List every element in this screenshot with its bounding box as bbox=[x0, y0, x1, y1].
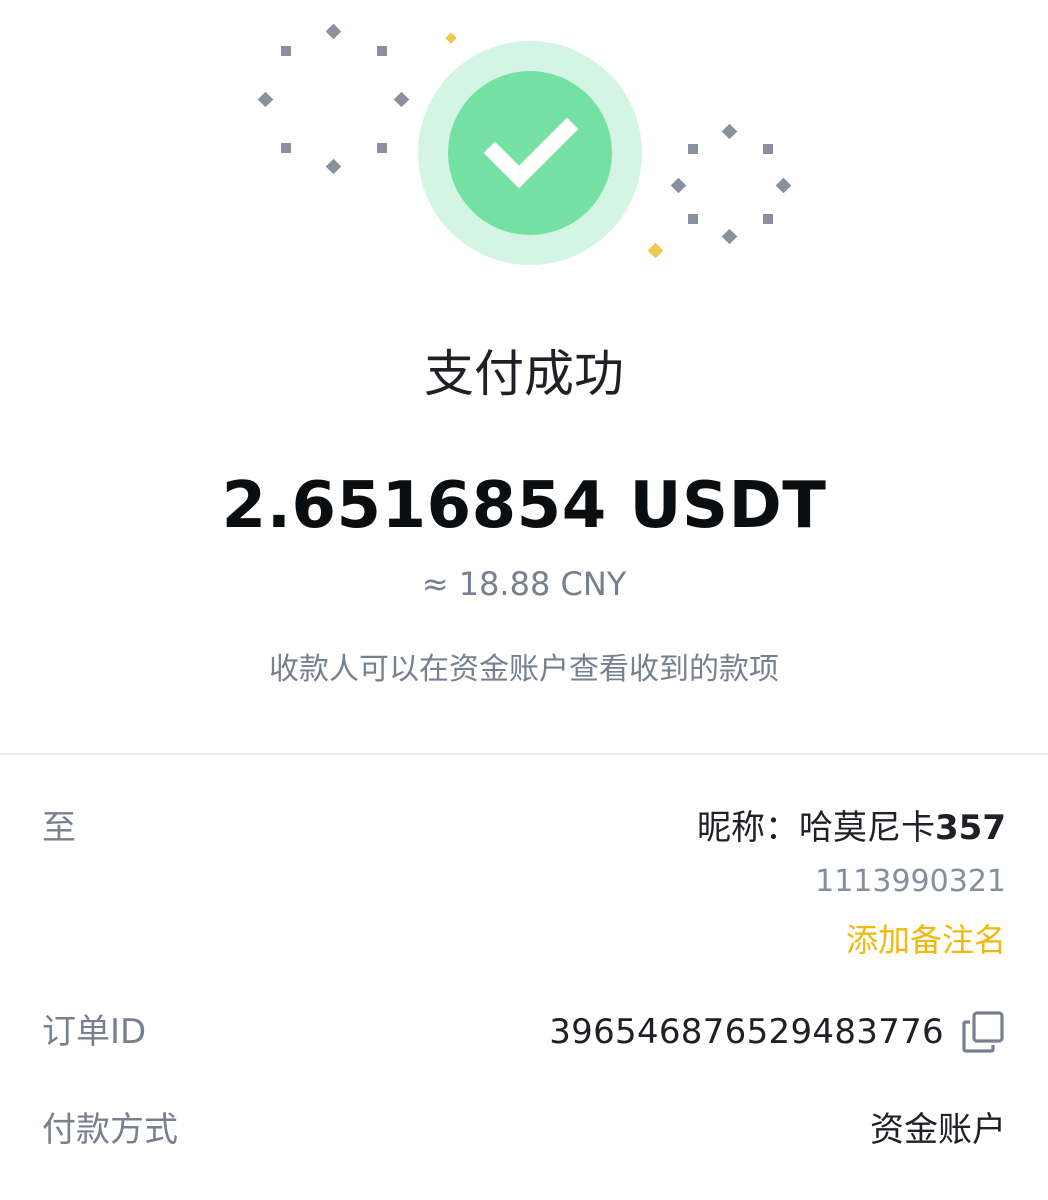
recipient-label: 至 bbox=[42, 808, 76, 848]
payment-method-value: 资金账户 bbox=[870, 1110, 1006, 1150]
confetti-right bbox=[670, 123, 792, 245]
approx-value: ≈ 18.88 CNY bbox=[421, 565, 627, 603]
recipient-nickname: 昵称：哈莫尼卡357 bbox=[697, 804, 1006, 852]
divider bbox=[0, 753, 1048, 755]
order-id-value: 396546876529483776 bbox=[549, 1008, 1006, 1056]
check-icon bbox=[418, 41, 642, 265]
payment-note: 收款人可以在资金账户查看收到的款项 bbox=[269, 652, 779, 687]
page-title: 支付成功 bbox=[424, 345, 624, 403]
success-illustration bbox=[0, 0, 1048, 290]
nickname-number: 357 bbox=[935, 808, 1006, 848]
copy-icon[interactable] bbox=[960, 1009, 1006, 1055]
add-remark-link[interactable]: 添加备注名 bbox=[846, 916, 1006, 964]
order-id-text: 396546876529483776 bbox=[549, 1012, 944, 1052]
recipient-user-id: 1113990321 bbox=[815, 864, 1006, 899]
payment-method-label: 付款方式 bbox=[42, 1110, 178, 1150]
payment-amount: 2.6516854 USDT bbox=[221, 469, 827, 543]
confetti-left bbox=[257, 23, 410, 175]
order-id-label: 订单ID bbox=[42, 1012, 147, 1052]
nickname-text: 昵称：哈莫尼卡 bbox=[697, 808, 936, 848]
